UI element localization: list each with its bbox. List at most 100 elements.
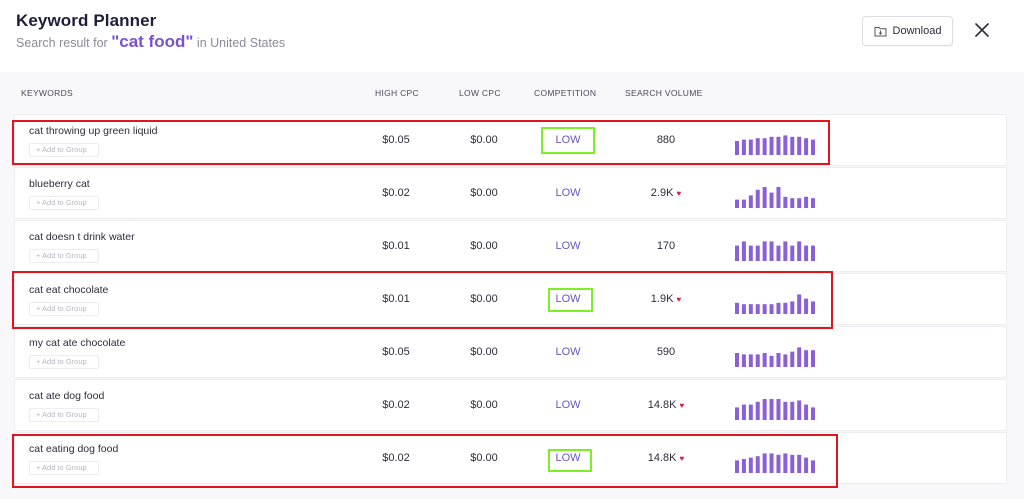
add-to-group-button[interactable]: + Add to Group (29, 302, 99, 316)
competition-value: LOW (555, 399, 581, 411)
trend-bar (790, 245, 795, 261)
keyword-text[interactable]: my cat ate chocolate (29, 337, 125, 349)
add-to-group-button[interactable]: + Add to Group (29, 461, 99, 475)
trend-bar (804, 138, 809, 155)
trend-bar (790, 454, 795, 473)
search-volume-value: 880 (635, 134, 697, 146)
header-high-cpc[interactable]: HIGH CPC (375, 88, 419, 98)
trend-bar (755, 456, 760, 473)
trend-bar (776, 454, 781, 473)
competition-value: LOW (555, 452, 581, 464)
trend-bar (804, 457, 809, 473)
trend-bar (804, 245, 809, 261)
trend-bar (797, 241, 802, 261)
trend-bar (797, 347, 802, 367)
trend-chart (735, 453, 815, 473)
trend-bar (790, 401, 795, 420)
table-row[interactable]: blueberry cat + Add to Group $0.02 $0.00… (14, 167, 1007, 219)
trend-bar (741, 199, 746, 208)
trend-bar (762, 138, 767, 155)
table-row[interactable]: cat eating dog food + Add to Group $0.02… (14, 432, 1007, 484)
trend-bar (790, 301, 795, 314)
search-volume-value: 14.8K ♥ (635, 452, 697, 464)
table-row[interactable]: my cat ate chocolate + Add to Group $0.0… (14, 326, 1007, 378)
trend-bar (797, 198, 802, 208)
header-low-cpc[interactable]: LOW CPC (459, 88, 501, 98)
low-cpc-value: $0.00 (470, 293, 498, 305)
trend-bar (735, 245, 739, 261)
keyword-text[interactable]: blueberry cat (29, 178, 90, 190)
download-button[interactable]: Download (862, 16, 953, 46)
high-cpc-value: $0.02 (382, 399, 410, 411)
trend-sparkline (735, 445, 815, 473)
high-cpc-value: $0.02 (382, 187, 410, 199)
trend-bar (783, 196, 788, 208)
high-cpc-value: $0.05 (382, 134, 410, 146)
add-to-group-button[interactable]: + Add to Group (29, 249, 99, 263)
add-to-group-button[interactable]: + Add to Group (29, 408, 99, 422)
table-row[interactable]: cat doesn t drink water + Add to Group $… (14, 220, 1007, 272)
trend-chart (735, 241, 815, 261)
trend-bar (748, 304, 753, 314)
table-header: KEYWORDS HIGH CPC LOW CPC COMPETITION SE… (0, 72, 1024, 114)
trend-bar (769, 355, 774, 367)
table-row[interactable]: cat ate dog food + Add to Group $0.02 $0… (14, 379, 1007, 431)
trend-bar (748, 139, 753, 155)
add-to-group-button[interactable]: + Add to Group (29, 196, 99, 210)
trend-bar (811, 245, 815, 261)
table-row[interactable]: cat eat chocolate + Add to Group $0.01 $… (14, 273, 1007, 325)
trend-bar (748, 457, 753, 473)
trend-bar (811, 460, 815, 473)
header-competition[interactable]: COMPETITION (534, 88, 596, 98)
page-title: Keyword Planner (16, 11, 157, 30)
competition-value: LOW (555, 134, 581, 146)
trend-bar (776, 399, 781, 420)
trend-bar (776, 245, 781, 261)
trend-bar (783, 302, 788, 314)
trend-bar (735, 199, 739, 208)
trend-bar (769, 304, 774, 314)
header: Keyword Planner Search result for "cat f… (0, 0, 1024, 72)
trend-bar (797, 400, 802, 420)
trend-bar (748, 354, 753, 367)
trend-bar (741, 459, 746, 473)
keyword-text[interactable]: cat throwing up green liquid (29, 125, 157, 137)
trend-bar (790, 351, 795, 367)
trend-bar (811, 301, 815, 314)
add-to-group-button[interactable]: + Add to Group (29, 143, 99, 157)
keyword-text[interactable]: cat ate dog food (29, 390, 104, 402)
close-button[interactable] (970, 20, 994, 44)
keyword-text[interactable]: cat eat chocolate (29, 284, 108, 296)
header-search-volume[interactable]: SEARCH VOLUME (625, 88, 703, 98)
close-icon (975, 22, 989, 42)
volume-number: 880 (656, 134, 676, 146)
trend-sparkline (735, 339, 815, 367)
high-cpc-value: $0.01 (382, 293, 410, 305)
volume-number: 590 (656, 346, 676, 358)
trend-bar (735, 302, 739, 314)
trend-bar (769, 399, 774, 420)
trend-sparkline (735, 233, 815, 261)
subtitle-prefix: Search result for (16, 36, 108, 50)
search-volume-value: 170 (635, 240, 697, 252)
trend-bar (797, 136, 802, 155)
volume-number: 14.8K (647, 399, 677, 411)
trend-bar (755, 354, 760, 367)
keyword-text[interactable]: cat eating dog food (29, 443, 118, 455)
header-keywords[interactable]: KEYWORDS (21, 88, 73, 98)
trend-bar (762, 241, 767, 261)
table-row[interactable]: cat throwing up green liquid + Add to Gr… (14, 114, 1007, 166)
trend-bar (769, 453, 774, 473)
competition-value: LOW (555, 187, 581, 199)
trend-bar (797, 454, 802, 473)
keyword-text[interactable]: cat doesn t drink water (29, 231, 135, 243)
trend-sparkline (735, 392, 815, 420)
volume-number: 1.9K (650, 293, 674, 305)
search-volume-value: 2.9K ♥ (635, 187, 697, 199)
trend-bar (804, 298, 809, 314)
add-to-group-button[interactable]: + Add to Group (29, 355, 99, 369)
trend-bar (762, 353, 767, 367)
low-cpc-value: $0.00 (470, 452, 498, 464)
search-volume-value: 1.9K ♥ (635, 293, 697, 305)
trend-bar (762, 304, 767, 314)
